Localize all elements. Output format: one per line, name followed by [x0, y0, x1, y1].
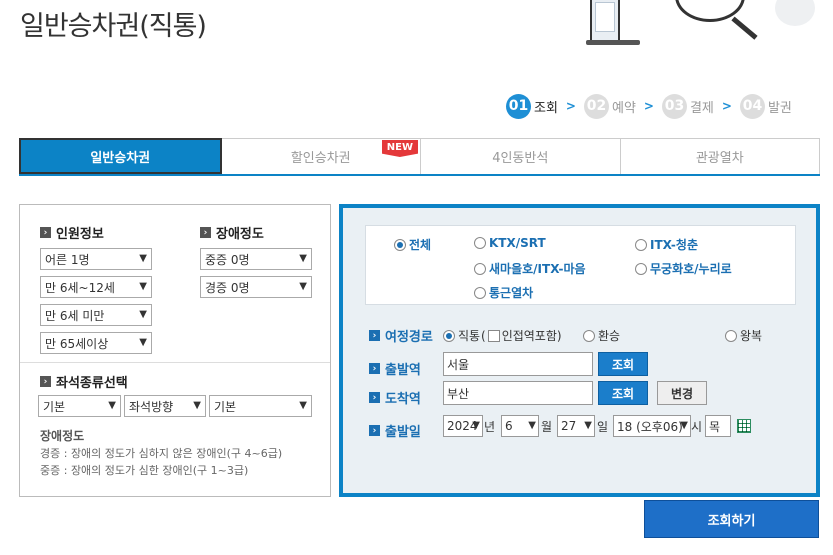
- step-label: 발권: [767, 100, 792, 116]
- chevron-down-icon: ▼: [139, 337, 147, 348]
- step-issue: 04 발권: [739, 93, 792, 119]
- date-label: › 출발일: [369, 421, 421, 440]
- chevron-down-icon: ▼: [472, 420, 480, 431]
- tab-tourist-train[interactable]: 관광열차: [620, 138, 820, 174]
- hour-unit: 시: [691, 420, 703, 434]
- seat-kind-select[interactable]: 기본 ▼: [38, 395, 121, 417]
- chevron-down-icon: ▼: [299, 281, 307, 292]
- chevron-down-icon: ▼: [680, 420, 688, 431]
- disability-note-mild: 경증 : 장애의 정도가 심하지 않은 장애인(구 4~6급): [40, 447, 283, 460]
- seat-extra-select[interactable]: 기본 ▼: [209, 395, 312, 417]
- departure-station-input[interactable]: 서울: [443, 352, 593, 376]
- arrow-right-icon: ›: [369, 363, 380, 374]
- chevron-right-icon: >: [721, 99, 732, 113]
- hero-illustration: [580, 0, 833, 48]
- departure-search-button[interactable]: 조회: [598, 352, 648, 376]
- seat-type-heading: › 좌석종류선택: [40, 372, 128, 391]
- chevron-down-icon: ▼: [299, 253, 307, 264]
- chevron-down-icon: ▼: [139, 281, 147, 292]
- chevron-down-icon: ▼: [193, 400, 201, 411]
- step-label: 예약: [611, 100, 636, 116]
- senior-select[interactable]: 만 65세이상 ▼: [40, 332, 152, 354]
- infant-select[interactable]: 만 6세 미만 ▼: [40, 304, 152, 326]
- child-select[interactable]: 만 6세~12세 ▼: [40, 276, 152, 298]
- arrow-right-icon: ›: [200, 227, 211, 238]
- chevron-down-icon: ▼: [139, 253, 147, 264]
- day-unit: 일: [597, 420, 609, 434]
- chevron-down-icon: ▼: [108, 400, 116, 411]
- arrow-right-icon: ›: [369, 392, 380, 403]
- train-type-all-radio[interactable]: 전체: [394, 236, 431, 253]
- passenger-panel: › 인원정보 › 장애정도 어른 1명 ▼ 만 6세~12세 ▼ 만 6세 미만 ▼ 만 …: [19, 204, 331, 497]
- arrival-station-input[interactable]: 부산: [443, 381, 593, 405]
- ticket-type-tabs: 일반승차권 할인승차권 NEW 4인동반석 관광열차: [19, 138, 820, 176]
- swap-stations-button[interactable]: 변경: [657, 381, 707, 405]
- train-type-commuter-radio[interactable]: 통근열차: [474, 284, 533, 301]
- passenger-heading: › 인원정보: [40, 223, 104, 242]
- month-unit: 월: [541, 420, 553, 434]
- step-payment: 03 결제 >: [661, 93, 732, 119]
- severe-disability-select[interactable]: 중증 0명 ▼: [200, 248, 312, 270]
- disability-heading: › 장애정도: [200, 223, 264, 242]
- route-transfer-radio[interactable]: 환승: [583, 327, 620, 344]
- chevron-right-icon: >: [565, 99, 576, 113]
- arrival-label: › 도착역: [369, 388, 421, 407]
- departure-label: › 출발역: [369, 359, 421, 378]
- month-select[interactable]: 6 ▼: [501, 415, 539, 437]
- step-search: 01 조회 >: [506, 93, 576, 119]
- tab-label: 할인승차권: [290, 151, 351, 166]
- train-type-ktx-radio[interactable]: KTX/SRT: [474, 236, 546, 250]
- train-type-box: 전체 KTX/SRT ITX-청춘 새마을호/ITX-마음 무궁화호/누리로 통…: [365, 225, 796, 305]
- route-roundtrip-radio[interactable]: 왕복: [725, 327, 762, 344]
- page-title: 일반승차권(직통): [20, 11, 207, 42]
- new-badge: NEW: [381, 140, 418, 157]
- chevron-down-icon: ▼: [139, 309, 147, 320]
- arrival-search-button[interactable]: 조회: [598, 381, 648, 405]
- route-label: › 여정경로: [369, 326, 433, 345]
- arrow-right-icon: ›: [369, 425, 380, 436]
- disability-note-severe: 중증 : 장애의 정도가 심한 장애인(구 1~3급): [40, 464, 249, 477]
- include-nearby-label: 인접역포함: [501, 329, 557, 343]
- search-button[interactable]: 조회하기: [644, 500, 819, 538]
- weekday-display: 목: [705, 415, 731, 437]
- tab-family-seat[interactable]: 4인동반석: [421, 138, 621, 174]
- seat-direction-select[interactable]: 좌석방향 ▼: [124, 395, 206, 417]
- calendar-icon[interactable]: [737, 419, 751, 433]
- step-reserve: 02 예약 >: [583, 93, 654, 119]
- train-type-saemaeul-radio[interactable]: 새마을호/ITX-마음: [474, 260, 586, 277]
- chevron-down-icon: ▼: [584, 420, 592, 431]
- year-select[interactable]: 2024 ▼: [443, 415, 483, 437]
- arrow-right-icon: ›: [369, 330, 380, 341]
- year-unit: 년: [484, 420, 496, 434]
- step-number: 03: [661, 93, 687, 119]
- arrow-right-icon: ›: [40, 227, 51, 238]
- day-select[interactable]: 27 ▼: [557, 415, 595, 437]
- train-type-mugunghwa-radio[interactable]: 무궁화호/누리로: [635, 260, 732, 277]
- route-direct-radio[interactable]: 직통: [443, 327, 480, 344]
- mild-disability-select[interactable]: 경증 0명 ▼: [200, 276, 312, 298]
- step-label: 결제: [689, 100, 714, 116]
- disability-note-title: 장애정도: [40, 429, 85, 443]
- tab-general-ticket[interactable]: 일반승차권: [19, 138, 222, 174]
- chevron-down-icon: ▼: [299, 400, 307, 411]
- journey-panel: 전체 KTX/SRT ITX-청춘 새마을호/ITX-마음 무궁화호/누리로 통…: [339, 204, 820, 497]
- chevron-down-icon: ▼: [528, 420, 536, 431]
- hour-select[interactable]: 18 (오후06) ▼: [613, 415, 691, 437]
- phone-icon: [590, 0, 620, 44]
- adult-select[interactable]: 어른 1명 ▼: [40, 248, 152, 270]
- step-number: 02: [583, 93, 609, 119]
- tab-discount-ticket[interactable]: 할인승차권 NEW: [221, 138, 421, 174]
- train-type-itx-cheongchun-radio[interactable]: ITX-청춘: [635, 236, 698, 253]
- step-label: 조회: [534, 100, 558, 116]
- progress-steps: 01 조회 > 02 예약 > 03 결제 > 04 발권: [506, 93, 800, 119]
- arrow-right-icon: ›: [40, 376, 51, 387]
- step-number: 04: [739, 93, 765, 119]
- step-number: 01: [506, 93, 531, 119]
- include-nearby-checkbox[interactable]: [487, 329, 500, 342]
- chevron-right-icon: >: [643, 99, 654, 113]
